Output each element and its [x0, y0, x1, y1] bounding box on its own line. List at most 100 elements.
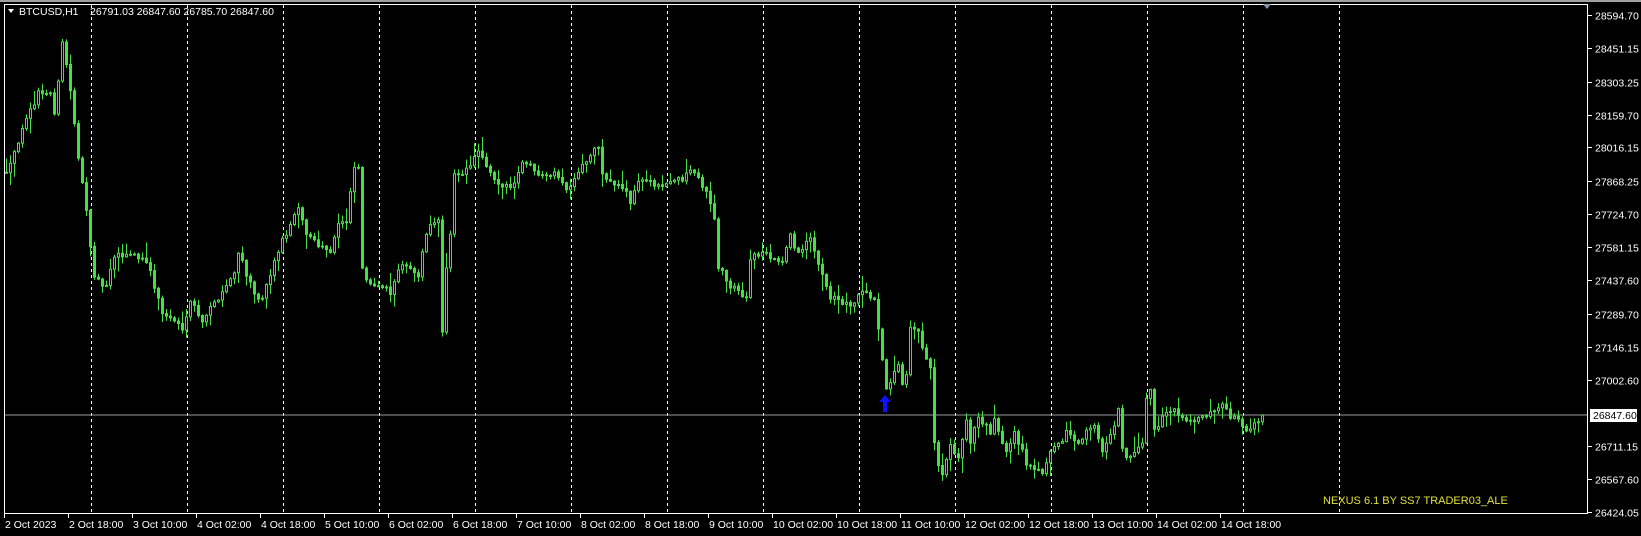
candle [165, 309, 168, 321]
candle-body [873, 297, 876, 300]
candle [517, 166, 520, 189]
candle-body [101, 278, 104, 287]
candle-body [597, 146, 600, 149]
time-tick-label: 8 Oct 02:00 [581, 519, 635, 531]
candle-body [749, 259, 752, 298]
candle-body [553, 171, 556, 177]
candle [77, 120, 80, 161]
candle-body [589, 155, 592, 163]
candle-body [261, 297, 264, 300]
candle [301, 206, 304, 226]
candle [1121, 404, 1124, 452]
candle [1177, 397, 1180, 423]
candle-body [1193, 419, 1196, 423]
candle [1169, 406, 1172, 426]
chart-window[interactable]: 28594.70 28451.15 28303.25 28159.70 28016.15… [0, 0, 1641, 536]
candle-body [1081, 438, 1084, 444]
candle-body [721, 267, 724, 271]
candle-body [397, 269, 400, 283]
candle-body [909, 326, 912, 376]
dropdown-triangle-icon[interactable] [8, 9, 14, 13]
candle [1181, 413, 1184, 421]
candle-body [161, 297, 164, 315]
candle-body [609, 178, 612, 182]
candle [817, 249, 820, 272]
candle-body [1045, 462, 1048, 475]
candle [241, 246, 244, 263]
candle [425, 232, 428, 253]
candle [53, 88, 56, 116]
candle-body [393, 281, 396, 295]
price-axis[interactable]: 28594.70 28451.15 28303.25 28159.70 28016.15… [1588, 11, 1639, 520]
candle-body [497, 179, 500, 185]
candle [1009, 438, 1012, 464]
candle [913, 322, 916, 340]
candle [885, 358, 888, 390]
candle [617, 180, 620, 189]
candle-body [625, 188, 628, 192]
candle [357, 163, 360, 170]
candle [933, 358, 936, 451]
candle [693, 169, 696, 176]
candle-body [285, 234, 288, 239]
candle [149, 257, 152, 277]
candle-body [61, 41, 64, 82]
candle-body [349, 191, 352, 223]
candle [765, 247, 768, 256]
chart-shift-marker-icon[interactable] [1263, 4, 1271, 9]
candle [717, 217, 720, 272]
candle-body [1213, 410, 1216, 413]
candle-body [249, 275, 252, 283]
candle-body [765, 251, 768, 254]
candle [125, 243, 128, 258]
candle [197, 299, 200, 318]
time-axis[interactable]: 2 Oct 2023 2 Oct 18:00 3 Oct 10:00 4 Oct 02… [4, 514, 1282, 531]
time-tick-label: 4 Oct 18:00 [261, 519, 315, 531]
candle-body [517, 172, 520, 184]
candle-body [641, 179, 644, 182]
candle-body [981, 416, 984, 425]
candle [901, 361, 904, 386]
candle-body [1005, 442, 1008, 452]
price-tick-label: 28159.70 [1595, 111, 1639, 123]
candle [813, 230, 816, 259]
candle [1105, 436, 1108, 460]
candle [1097, 422, 1100, 443]
candle [257, 292, 260, 303]
price-tick-label: 28016.15 [1595, 143, 1639, 155]
time-tick-label: 10 Oct 18:00 [837, 519, 897, 531]
candle-body [569, 186, 572, 191]
candle-body [237, 252, 240, 274]
candle-body [337, 223, 340, 238]
candle-body [729, 280, 732, 289]
candle-body [185, 316, 188, 331]
candle-body [109, 268, 112, 286]
candle-body [169, 315, 172, 319]
candle [209, 302, 212, 326]
candle-body [585, 161, 588, 165]
candle-body [233, 272, 236, 280]
candle-body [881, 328, 884, 361]
candle [1209, 398, 1212, 420]
candle [293, 212, 296, 226]
candle-body [353, 166, 356, 193]
candle-body [1249, 428, 1252, 432]
candle-body [501, 183, 504, 188]
price-tick-label: 26424.05 [1595, 508, 1639, 520]
candle [441, 215, 444, 337]
candle [1061, 438, 1064, 445]
candle [605, 172, 608, 184]
candle-body [1245, 425, 1248, 432]
candle-body [153, 270, 156, 289]
candle [1233, 413, 1236, 420]
candle [1145, 392, 1148, 445]
candle-body [441, 219, 444, 333]
candle-body [309, 233, 312, 238]
candle-body [461, 173, 464, 176]
candle [1189, 414, 1192, 426]
candle-body [689, 169, 692, 174]
candle-body [529, 163, 532, 166]
candlestick-chart[interactable]: 28594.70 28451.15 28303.25 28159.70 28016.15… [0, 0, 1641, 536]
candle [1073, 430, 1076, 451]
candle-body [1253, 422, 1256, 430]
